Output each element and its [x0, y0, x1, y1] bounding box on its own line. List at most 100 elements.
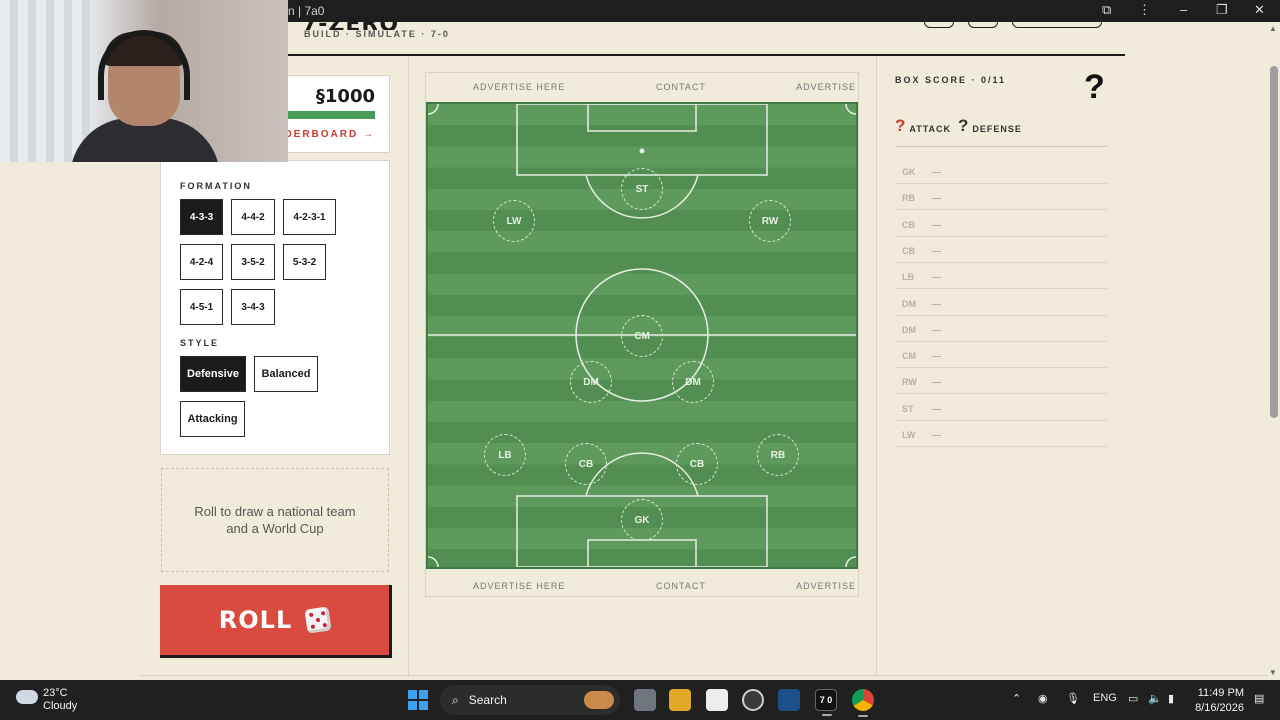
- clock-time: 11:49 PM: [1197, 687, 1244, 699]
- header-icon-button[interactable]: [924, 22, 954, 28]
- task-view-icon[interactable]: [634, 689, 656, 711]
- ad-row-bottom: ADVERTISE HERE CONTACT ADVERTISE: [426, 579, 858, 595]
- clock-app-icon[interactable]: [742, 689, 764, 711]
- pitch-position-cb-right[interactable]: CB: [676, 443, 718, 485]
- box-score-position: DM: [902, 324, 916, 335]
- close-icon[interactable]: ✕: [1254, 2, 1265, 18]
- notification-icon[interactable]: ▤: [1254, 692, 1264, 705]
- cloud-icon[interactable]: [16, 690, 38, 704]
- formation-option-4-3-3[interactable]: 4-3-3: [180, 199, 223, 235]
- pitch-position-dm-left[interactable]: DM: [570, 361, 612, 403]
- formation-option-4-2-3-1[interactable]: 4-2-3-1: [283, 199, 336, 235]
- windows-start-icon[interactable]: [408, 690, 428, 710]
- game-app-icon[interactable]: 7 0: [815, 689, 837, 716]
- box-score-row: CB —: [895, 211, 1107, 237]
- box-score-player: —: [932, 324, 941, 335]
- box-score-row: DM —: [895, 316, 1107, 342]
- box-score-position: LW: [902, 430, 916, 440]
- box-score-row: CB —: [895, 237, 1107, 263]
- box-score-position: CM: [902, 351, 916, 362]
- defense-question-icon: ?: [958, 116, 970, 135]
- box-score-position: CB: [902, 219, 915, 230]
- pitch-position-rw[interactable]: RW: [749, 200, 791, 242]
- volume-icon[interactable]: 🔈: [1148, 692, 1162, 705]
- network-icon[interactable]: ▭: [1128, 692, 1138, 705]
- pitch-position-rb[interactable]: RB: [757, 434, 799, 476]
- search-label: Search: [468, 693, 507, 707]
- formation-option-4-2-4[interactable]: 4-2-4: [180, 244, 223, 280]
- box-score-row: RB —: [895, 184, 1107, 211]
- weather-condition[interactable]: Cloudy: [43, 700, 77, 712]
- box-score-row: GK —: [895, 158, 1107, 184]
- chrome-icon[interactable]: [852, 689, 874, 717]
- scroll-up-icon[interactable]: ▲: [1269, 24, 1277, 33]
- box-score-row: ST —: [895, 395, 1107, 421]
- search-icon: ⌕: [452, 692, 459, 707]
- pitch-position-cb-left[interactable]: CB: [565, 443, 607, 485]
- box-score-position: RB: [902, 193, 915, 204]
- box-score-player: —: [932, 430, 941, 440]
- roll-button[interactable]: ROLL: [160, 585, 392, 658]
- scrollbar-thumb[interactable]: [1270, 66, 1278, 418]
- pitch-position-dm-right[interactable]: DM: [672, 361, 714, 403]
- header-icon-button[interactable]: [968, 22, 998, 28]
- box-score-player: —: [932, 403, 941, 414]
- column-divider: [408, 56, 409, 676]
- box-score-row: LW —: [895, 421, 1107, 447]
- box-score-player: —: [932, 298, 941, 309]
- attack-question-icon: ?: [895, 116, 907, 135]
- pitch-position-cm[interactable]: CM: [621, 315, 663, 357]
- box-score-title: BOX SCORE · 0/11: [895, 75, 1007, 85]
- tray-chevron-icon[interactable]: ⌃: [1012, 692, 1021, 705]
- extension-icon[interactable]: ⧉: [1102, 2, 1111, 18]
- search-highlight-icon[interactable]: [584, 691, 614, 709]
- microphone-icon[interactable]: 🎙: [1066, 692, 1080, 705]
- roll-button-label: ROLL: [218, 606, 293, 634]
- column-divider: [876, 56, 877, 676]
- legend-defense-label: DEFENSE: [972, 124, 1022, 134]
- file-explorer-icon[interactable]: [669, 689, 691, 711]
- pitch-position-lw[interactable]: LW: [493, 200, 535, 242]
- pitch: ST LW RW CM DM DM LB CB CB RB GK: [426, 102, 858, 569]
- formation-option-3-4-3[interactable]: 3-4-3: [231, 289, 275, 325]
- ad-left[interactable]: ADVERTISE HERE: [473, 82, 565, 92]
- settings-card: FORMATION 4-3-3 4-4-2 4-2-3-1 4-2-4 3-5-…: [160, 160, 390, 455]
- pitch-position-st[interactable]: ST: [621, 168, 663, 210]
- pitch-position-gk[interactable]: GK: [621, 499, 663, 541]
- pitch-position-lb[interactable]: LB: [484, 434, 526, 476]
- scroll-down-icon[interactable]: ▼: [1269, 668, 1277, 677]
- header-pill-button[interactable]: [1012, 22, 1102, 28]
- formation-option-5-3-2[interactable]: 5-3-2: [283, 244, 326, 280]
- ad-right[interactable]: ADVERTISE: [796, 82, 856, 92]
- formation-option-3-5-2[interactable]: 3-5-2: [231, 244, 275, 280]
- language-indicator[interactable]: ENG: [1093, 692, 1117, 704]
- restore-icon[interactable]: ❐: [1216, 2, 1228, 18]
- weather-temp[interactable]: 23°C: [43, 687, 68, 699]
- style-option-attacking[interactable]: Attacking: [180, 401, 245, 437]
- ad-contact[interactable]: CONTACT: [656, 82, 706, 92]
- tagline: BUILD · SIMULATE · 7-0: [304, 29, 450, 39]
- taskbar-clock[interactable]: 11:49 PM 8/16/2026: [1195, 686, 1244, 716]
- box-score-position: LB: [902, 272, 914, 283]
- box-score-row: DM —: [895, 290, 1107, 316]
- box-score-rule: [895, 146, 1107, 147]
- style-option-balanced[interactable]: Balanced: [254, 356, 318, 392]
- dice-icon: [304, 606, 332, 634]
- minimize-icon[interactable]: –: [1180, 2, 1187, 17]
- ad-left[interactable]: ADVERTISE HERE: [473, 581, 565, 591]
- notes-app-icon[interactable]: [706, 689, 728, 711]
- leaderboard-link[interactable]: ADERBOARD →: [275, 129, 375, 140]
- style-option-defensive[interactable]: Defensive: [180, 356, 246, 392]
- steam-icon[interactable]: [778, 689, 800, 711]
- clock-date: 8/16/2026: [1195, 702, 1244, 714]
- tab-title[interactable]: n | 7a0: [288, 4, 324, 18]
- battery-icon[interactable]: ▮: [1168, 692, 1174, 705]
- formation-option-4-5-1[interactable]: 4-5-1: [180, 289, 223, 325]
- box-score-position: DM: [902, 298, 916, 309]
- tray-app-icon[interactable]: ◉: [1038, 692, 1048, 705]
- formation-option-4-4-2[interactable]: 4-4-2: [231, 199, 275, 235]
- webcam-overlay: [0, 0, 288, 162]
- ad-contact[interactable]: CONTACT: [656, 581, 706, 591]
- ad-right[interactable]: ADVERTISE: [796, 581, 856, 591]
- menu-icon[interactable]: ⋮: [1138, 2, 1151, 18]
